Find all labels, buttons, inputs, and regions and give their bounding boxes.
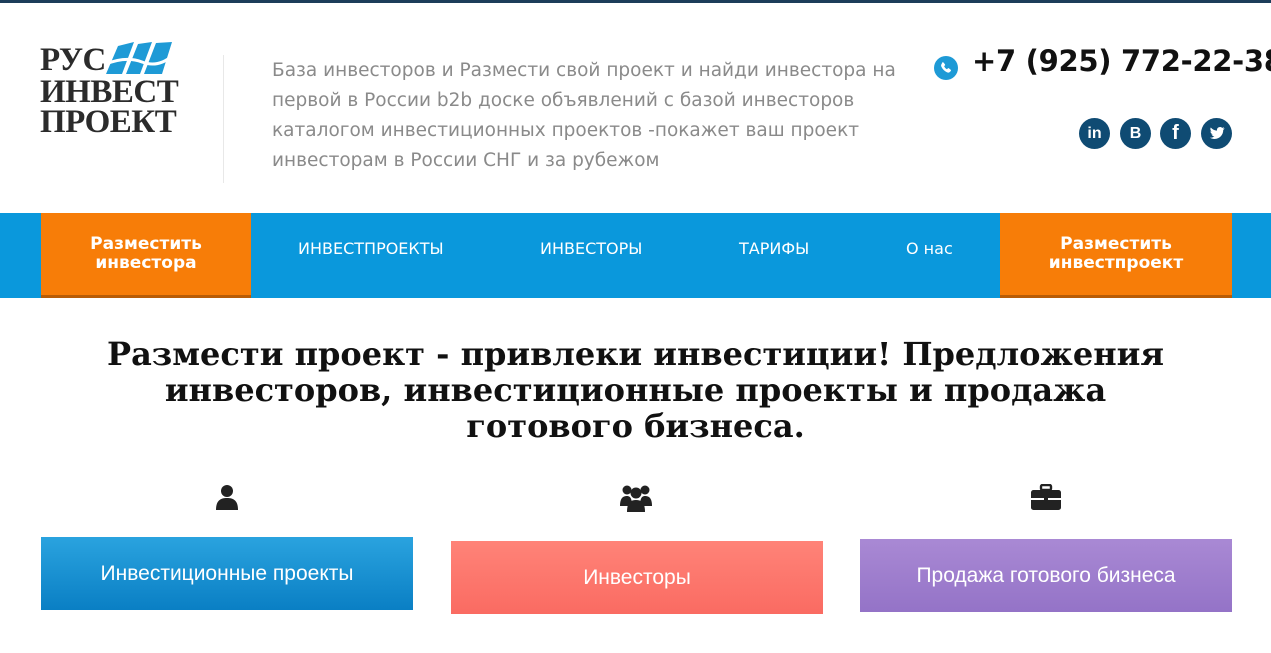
linkedin-icon[interactable]: in bbox=[1079, 118, 1110, 149]
nav-link-about[interactable]: О нас bbox=[906, 213, 953, 298]
place-investor-button[interactable]: Разместить инвестора bbox=[41, 213, 251, 298]
nav-link-tariffs[interactable]: ТАРИФЫ bbox=[739, 213, 809, 298]
briefcase-icon bbox=[1031, 484, 1061, 510]
place-project-button[interactable]: Разместить инвестпроект bbox=[1000, 213, 1232, 298]
header-tagline: База инвесторов и Размести свой проект и… bbox=[272, 60, 896, 171]
business-sale-label: Продажа готового бизнеса bbox=[916, 563, 1176, 587]
twitter-icon[interactable] bbox=[1201, 118, 1232, 149]
site-logo[interactable]: РУС ИНВЕСТ ПРОЕКТ bbox=[40, 40, 180, 139]
facebook-icon[interactable]: f bbox=[1160, 118, 1191, 149]
investors-label: Инвесторы bbox=[583, 565, 691, 589]
group-icon bbox=[620, 485, 652, 512]
phone-icon bbox=[934, 56, 958, 80]
logo-text-line-1: РУС bbox=[40, 42, 106, 78]
phone-number[interactable]: +7 (925) 772-22-38 bbox=[972, 44, 1271, 78]
top-strip bbox=[0, 0, 1271, 3]
place-investor-label: Разместить инвестора bbox=[90, 234, 202, 273]
nav-link-investors[interactable]: ИНВЕСТОРЫ bbox=[540, 213, 642, 298]
logo-text-line-3: ПРОЕКТ bbox=[40, 104, 177, 140]
logo-stripes-icon bbox=[106, 42, 172, 74]
vk-icon[interactable]: B bbox=[1120, 118, 1151, 149]
main-navbar: Разместить инвестора ИНВЕСТПРОЕКТЫ ИНВЕС… bbox=[0, 213, 1271, 298]
page-headline: Размести проект - привлеки инвестиции! П… bbox=[107, 335, 1164, 445]
investors-button[interactable]: Инвесторы bbox=[451, 541, 823, 614]
header-divider bbox=[223, 55, 224, 183]
place-project-label: Разместить инвестпроект bbox=[1048, 234, 1184, 273]
user-icon bbox=[216, 485, 238, 510]
nav-link-investprojects[interactable]: ИНВЕСТПРОЕКТЫ bbox=[298, 213, 444, 298]
investment-projects-label: Инвестиционные проекты bbox=[100, 561, 354, 585]
business-sale-button[interactable]: Продажа готового бизнеса bbox=[860, 539, 1232, 612]
investment-projects-button[interactable]: Инвестиционные проекты bbox=[41, 537, 413, 610]
